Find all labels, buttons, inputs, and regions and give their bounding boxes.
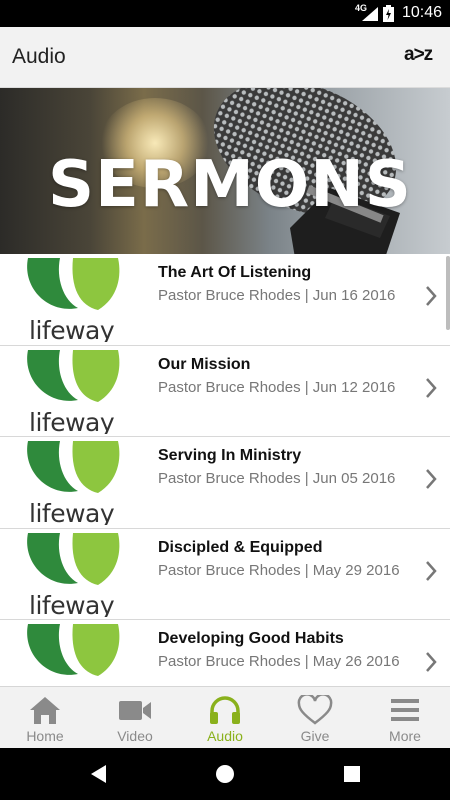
headphones-icon <box>210 696 240 724</box>
sermon-subtitle: Pastor Bruce Rhodes | May 29 2016 <box>158 561 400 579</box>
az-sort-button[interactable]: a>z <box>404 44 444 70</box>
battery-icon <box>383 5 394 22</box>
app-bar: Audio a>z <box>0 27 450 88</box>
lifeway-logo-thumbnail: lifeway <box>18 441 128 525</box>
home-icon <box>30 697 60 724</box>
menu-icon <box>391 699 419 721</box>
leaf-logo-icon <box>27 624 120 676</box>
lifeway-logo-thumbnail: lifeway <box>18 349 128 434</box>
chevron-right-icon <box>426 560 437 581</box>
lifeway-logo-thumbnail: lifeway <box>18 624 128 686</box>
nav-label: More <box>389 728 421 744</box>
list-item[interactable]: lifeway Serving In Ministry Pastor Bruce… <box>0 437 450 529</box>
sermon-title: Developing Good Habits <box>158 630 344 647</box>
thumbnail-text: lifeway <box>29 499 115 525</box>
chevron-right-icon <box>426 469 437 489</box>
nav-item-home[interactable]: Home <box>0 687 90 748</box>
nav-label: Give <box>300 728 330 744</box>
status-bar: 4G 10:46 <box>0 0 450 27</box>
status-time: 10:46 <box>402 4 443 21</box>
nav-item-more[interactable]: More <box>360 687 450 748</box>
page-title: Audio <box>12 45 66 68</box>
thumbnail-text: lifeway <box>29 407 115 434</box>
home-circle-icon[interactable] <box>213 762 237 786</box>
back-icon[interactable] <box>87 762 111 786</box>
sermon-title: Our Mission <box>158 355 251 373</box>
list-item[interactable]: lifeway The Art Of Listening Pastor Bruc… <box>0 254 450 346</box>
sermon-title: Discipled & Equipped <box>158 538 323 556</box>
screen: 4G 10:46 Audio a>z SERMONS lifeway The A… <box>0 0 450 800</box>
nav-item-audio[interactable]: Audio <box>180 687 270 748</box>
nav-label: Home <box>26 728 64 744</box>
heart-icon <box>297 695 333 725</box>
lifeway-logo-thumbnail: lifeway <box>18 532 128 617</box>
sermon-title: The Art Of Listening <box>158 264 312 281</box>
sermon-subtitle: Pastor Bruce Rhodes | Jun 12 2016 <box>158 378 396 396</box>
nav-item-give[interactable]: Give <box>270 687 360 748</box>
system-nav-bar <box>0 748 450 800</box>
leaf-logo-icon <box>27 258 120 310</box>
recents-icon[interactable] <box>340 762 364 786</box>
nav-item-video[interactable]: Video <box>90 687 180 748</box>
chevron-right-icon <box>426 377 437 398</box>
scrollbar-thumb[interactable] <box>446 256 450 330</box>
thumbnail-text: lifeway <box>29 316 115 342</box>
leaf-logo-icon <box>27 441 120 493</box>
thumbnail-text: lifeway <box>29 590 115 617</box>
banner-title: SERMONS <box>48 148 412 222</box>
sermon-subtitle: Pastor Bruce Rhodes | May 26 2016 <box>158 653 400 670</box>
sermon-subtitle: Pastor Bruce Rhodes | Jun 05 2016 <box>158 470 396 487</box>
sermon-title: Serving In Ministry <box>158 447 302 464</box>
sermons-banner: SERMONS <box>0 88 450 254</box>
list-item[interactable]: lifeway Developing Good Habits Pastor Br… <box>0 620 450 686</box>
lifeway-logo-thumbnail: lifeway <box>18 258 128 342</box>
nav-label: Audio <box>207 728 243 744</box>
leaf-logo-icon <box>27 349 120 402</box>
bottom-nav: Home Video Audio Give More <box>0 686 450 748</box>
chevron-right-icon <box>426 286 437 306</box>
signal-icon <box>362 7 378 21</box>
leaf-logo-icon <box>27 532 120 585</box>
sermon-subtitle: Pastor Bruce Rhodes | Jun 16 2016 <box>158 287 396 304</box>
list-item[interactable]: lifeway Discipled & Equipped Pastor Bruc… <box>0 528 450 620</box>
sermon-list: lifeway The Art Of Listening Pastor Bruc… <box>0 254 450 686</box>
nav-label: Video <box>117 728 153 744</box>
list-item[interactable]: lifeway Our Mission Pastor Bruce Rhodes … <box>0 345 450 437</box>
video-camera-icon <box>119 701 151 720</box>
chevron-right-icon <box>426 652 437 672</box>
